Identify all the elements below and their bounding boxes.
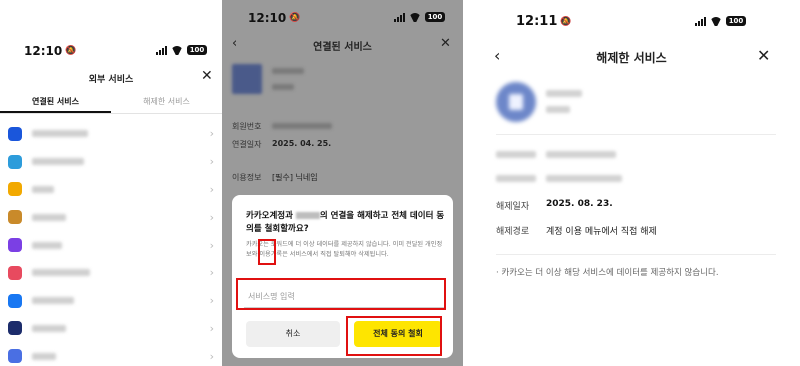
service-list-item[interactable]: › <box>0 259 222 287</box>
p-app-icon <box>8 154 22 169</box>
redacted-value <box>546 175 622 182</box>
redacted-service-name <box>32 324 66 332</box>
mute-bell-icon: 🔕 <box>289 13 301 23</box>
notice-text: · 카카오는 더 이상 해당 서비스에 데이터를 제공하지 않습니다. <box>496 268 719 278</box>
redacted-service-sub <box>272 84 294 90</box>
wifi-icon <box>710 17 722 26</box>
redacted-service-name <box>295 212 320 219</box>
disconnect-route-value: 계정 이용 메뉴에서 직접 해제 <box>546 227 657 237</box>
battery-icon: 100 <box>726 16 746 26</box>
status-time: 12:11 🔕 <box>516 14 572 29</box>
service-detail-dialog-screen: 12:10 🔕 100 ‹ 연결된 서비스 ✕ 회원번호 연결일자 2025. 0… <box>222 0 463 366</box>
service-list: › › › › › › › › › <box>0 120 222 366</box>
service-list-item[interactable]: › <box>0 176 222 204</box>
chevron-right-icon: › <box>209 155 214 169</box>
highlight-confirm <box>346 316 442 356</box>
service-list-item[interactable]: › <box>0 342 222 366</box>
highlight-input <box>236 278 446 310</box>
chevron-right-icon: › <box>209 294 214 308</box>
disconnect-route-label: 해제경로 <box>496 227 530 237</box>
redacted-member-number <box>272 123 332 129</box>
tab-disconnected[interactable]: 해제한 서비스 <box>111 96 222 113</box>
dialog-description: 카카오는 로워드에 더 이상 데이터를 제공하지 않습니다. 이미 전달된 개인… <box>246 241 443 258</box>
blue-app-icon <box>8 349 22 364</box>
status-indicators: 100 <box>156 45 207 55</box>
status-indicators: 100 <box>394 12 445 22</box>
tab-connected[interactable]: 연결된 서비스 <box>0 96 111 113</box>
usage-info-label: 이용정보 <box>232 173 262 182</box>
battery-icon: 100 <box>425 12 445 22</box>
redacted-service-name <box>32 269 90 277</box>
redacted-service-name <box>32 213 66 221</box>
close-icon[interactable]: ✕ <box>201 68 213 84</box>
redacted-value <box>546 151 616 158</box>
page-title: 연결된 서비스 <box>313 42 372 53</box>
cloud-app-icon <box>8 293 22 308</box>
chevron-right-icon: › <box>209 210 214 224</box>
purple-app-icon <box>8 238 22 253</box>
service-list-item[interactable]: › <box>0 203 222 231</box>
status-indicators: 100 <box>695 16 746 26</box>
member-label: 회원번호 <box>232 122 262 131</box>
divider <box>496 134 776 135</box>
status-time: 12:10 🔕 <box>248 11 301 25</box>
wave-app-icon <box>8 126 22 141</box>
divider <box>496 254 776 255</box>
redacted-service-name <box>32 297 74 305</box>
chevron-right-icon: › <box>209 266 214 280</box>
redacted-label <box>496 175 536 182</box>
page-title: 해제한 서비스 <box>596 51 667 65</box>
redacted-service-name <box>32 241 62 249</box>
cancel-button[interactable]: 취소 <box>246 321 340 347</box>
signal-icon <box>394 12 405 22</box>
close-icon[interactable]: ✕ <box>757 46 770 65</box>
connect-date-label: 연결일자 <box>232 140 262 149</box>
poem-logo-icon <box>8 265 22 280</box>
highlight-service-name <box>258 239 276 265</box>
redacted-service-name <box>32 352 56 360</box>
close-icon[interactable]: ✕ <box>440 36 451 51</box>
usage-info-value: [필수] 닉네임 <box>272 173 318 182</box>
redacted-service-name <box>32 185 54 193</box>
disconnect-dialog: 카카오계정과 의 연결을 해제하고 전체 데이터 동의를 철회할까요? 카카오는… <box>232 195 453 358</box>
service-list-item[interactable]: › <box>0 315 222 343</box>
chevron-right-icon: › <box>209 127 214 141</box>
disconnected-service-screen: 12:11 🔕 100 ‹ 해제한 서비스 ✕ 해제일자 2025. 08. 23… <box>463 0 800 366</box>
disconnect-date-label: 해제일자 <box>496 202 530 212</box>
chevron-right-icon: › <box>209 349 214 363</box>
c-app-icon <box>8 321 22 336</box>
game-app-icon <box>8 182 22 197</box>
mute-bell-icon: 🔕 <box>560 16 572 27</box>
redacted-service-name <box>272 68 304 74</box>
signal-icon <box>156 45 167 55</box>
status-time: 12:10 🔕 <box>24 44 77 58</box>
service-tabs: 연결된 서비스 해제한 서비스 <box>0 96 222 114</box>
redacted-service-name <box>32 158 84 166</box>
mushroom-app-icon <box>8 210 22 225</box>
chevron-right-icon: › <box>209 182 214 196</box>
chevron-right-icon: › <box>209 321 214 335</box>
service-logo <box>232 64 262 94</box>
connect-date-value: 2025. 04. 25. <box>272 139 332 148</box>
redacted-service-name <box>32 130 88 138</box>
service-list-item[interactable]: › <box>0 231 222 259</box>
signal-icon <box>695 16 706 26</box>
service-logo <box>496 82 536 122</box>
redacted-label <box>496 151 536 158</box>
battery-icon: 100 <box>187 45 207 55</box>
service-list-item[interactable]: › <box>0 120 222 148</box>
wifi-icon <box>171 46 183 55</box>
wifi-icon <box>409 13 421 22</box>
page-title: 외부 서비스 <box>88 75 134 85</box>
disconnect-date-value: 2025. 08. 23. <box>546 199 613 209</box>
mute-bell-icon: 🔕 <box>65 46 77 56</box>
redacted-service-sub <box>546 106 570 113</box>
chevron-right-icon: › <box>209 238 214 252</box>
service-list-item[interactable]: › <box>0 148 222 176</box>
redacted-service-name <box>546 90 582 97</box>
dialog-title: 카카오계정과 의 연결을 해제하고 전체 데이터 동의를 철회할까요? <box>246 211 445 234</box>
connected-services-screen: 12:10 🔕 100 외부 서비스 ✕ 연결된 서비스 해제한 서비스 › › › ›… <box>0 0 222 366</box>
service-list-item[interactable]: › <box>0 287 222 315</box>
